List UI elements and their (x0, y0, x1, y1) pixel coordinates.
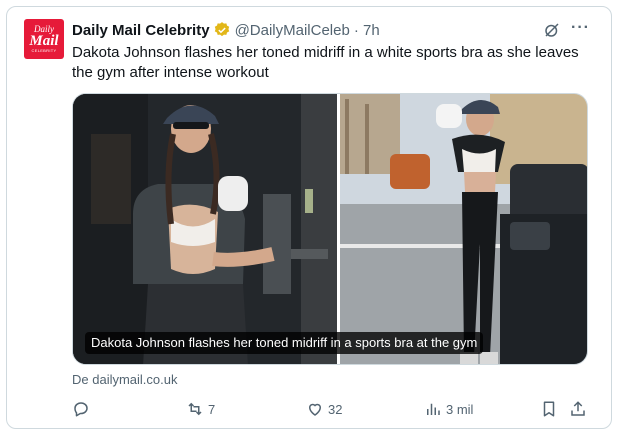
views-count: 3 mil (446, 401, 474, 417)
reply-icon (74, 402, 88, 417)
like-count: 32 (328, 401, 343, 417)
display-name[interactable]: Daily Mail Celebrity (72, 22, 210, 39)
media-grid[interactable]: Dakota Johnson flashes her toned midriff… (72, 93, 588, 365)
verified-badge-icon (214, 22, 229, 37)
tweet-text: Dakota Johnson flashes her toned midriff… (72, 44, 579, 81)
media-caption: Dakota Johnson flashes her toned midriff… (85, 332, 484, 354)
tweet-header: Daily Mail Celebrity @DailyMailCeleb · 7… (72, 20, 380, 40)
share-button[interactable] (569, 398, 587, 420)
bookmark-button[interactable] (540, 398, 558, 420)
avatar-line-2: Mail (29, 33, 59, 49)
reply-button[interactable] (72, 398, 94, 420)
retweet-count: 7 (208, 401, 216, 417)
retweet-button[interactable]: 7 (186, 398, 215, 420)
timestamp[interactable]: · 7h (354, 22, 380, 39)
gym-photo-left-image (73, 94, 337, 364)
more-options-icon[interactable]: ··· (571, 20, 589, 38)
gym-photo-left[interactable] (73, 94, 337, 364)
handle[interactable]: @DailyMailCeleb (235, 22, 350, 39)
views-button[interactable]: 3 mil (424, 398, 473, 420)
grok-icon[interactable] (543, 21, 561, 39)
like-button[interactable]: 32 (306, 398, 342, 420)
retweet-icon (188, 402, 202, 416)
action-bar: 7 32 3 mil (72, 398, 592, 420)
avatar[interactable]: Daily Mail CELEBRITY (24, 19, 64, 59)
heart-icon (308, 403, 322, 416)
bookmark-icon (543, 401, 555, 417)
link-source[interactable]: De dailymail.co.uk (72, 372, 178, 387)
views-chart-icon (427, 403, 440, 415)
share-icon (571, 401, 585, 416)
gym-photo-right-image (340, 94, 587, 364)
gym-photo-right[interactable] (340, 94, 587, 364)
